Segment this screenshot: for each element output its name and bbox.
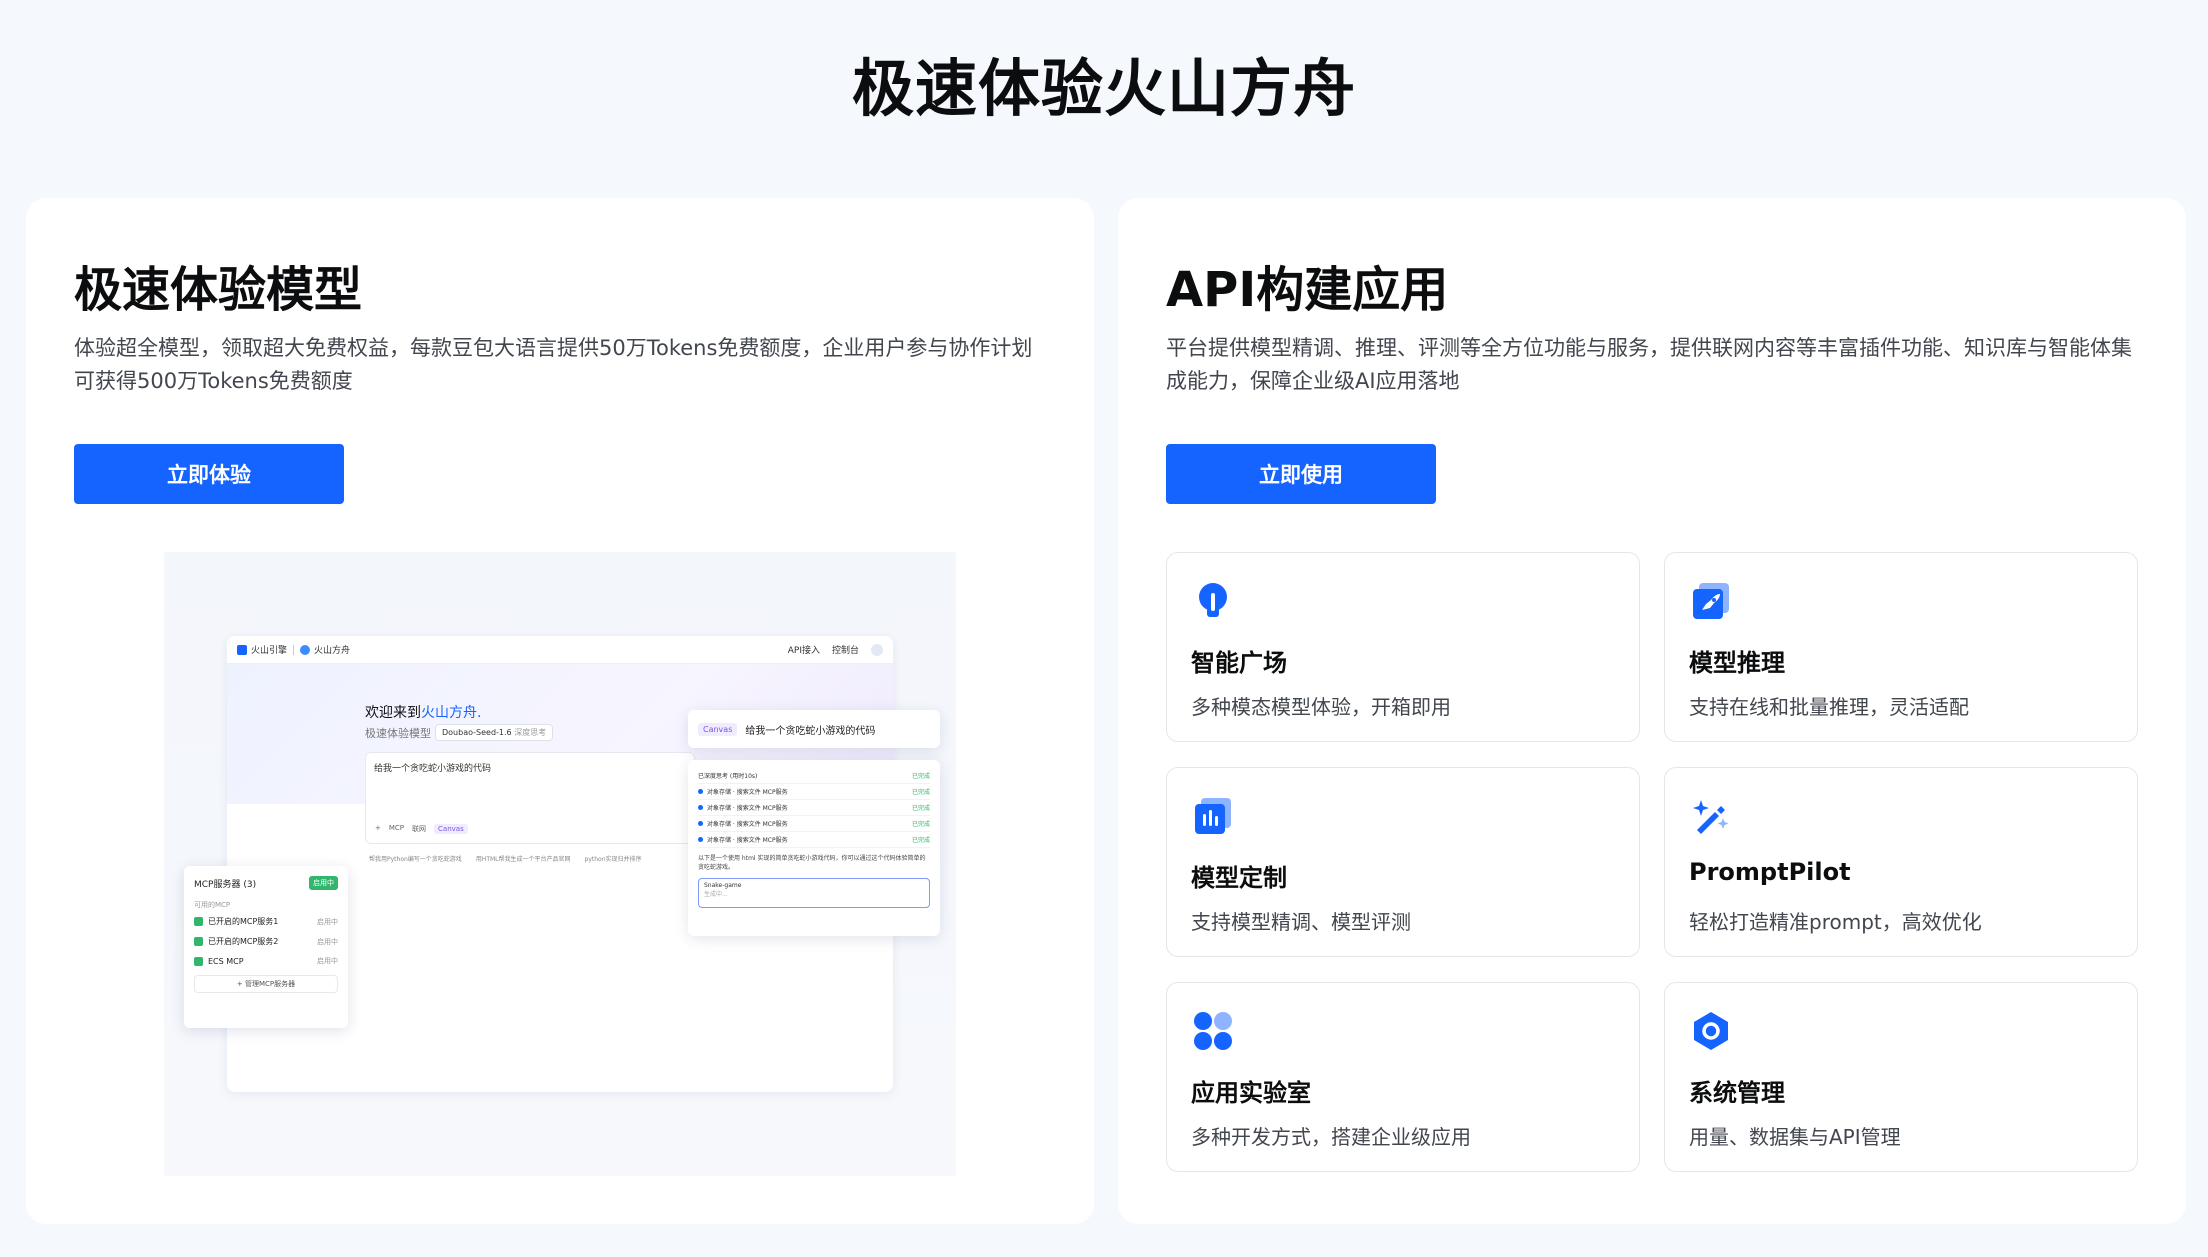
preview-suggestions: 帮我用Python编写一个贪吃蛇游戏 用HTML帮我生成一个平台产品官网 pyt… (369, 856, 642, 863)
feature-desc: 支持模型精调、模型评测 (1191, 910, 1411, 934)
preview-topbar: 火山引擎 火山方舟 API接入 控制台 (227, 636, 893, 664)
brand-ark: 火山方舟 (314, 646, 351, 656)
card-title: API构建应用 (1166, 262, 1449, 318)
feature-title: 应用实验室 (1191, 1079, 1311, 1107)
desc-line-2: 成能力，保障企业级AI应用落地 (1166, 369, 1460, 393)
card-title: 极速体验模型 (74, 262, 363, 318)
rocket-icon (1693, 583, 1729, 619)
model-pill: Doubao-Seed-1.6 深度思考 (435, 724, 554, 741)
preview-sub: 极速体验模型 Doubao-Seed-1.6 深度思考 (365, 724, 554, 741)
desc-line-1: 体验超全模型，领取超大免费权益，每款豆包大语言提供50万Tokens免费额度，企… (74, 336, 1033, 360)
avatar (871, 643, 883, 656)
api-build-card: API构建应用 平台提供模型精调、推理、评测等全方位功能与服务，提供联网内容等丰… (1118, 198, 2186, 1224)
magic-wand-icon (1693, 800, 1729, 834)
feature-card-system-management[interactable]: 系统管理 用量、数据集与API管理 (1664, 982, 2138, 1172)
feature-title: 模型定制 (1191, 864, 1287, 892)
product-preview-illustration: 火山引擎 火山方舟 API接入 控制台 欢迎来到火山方舟. 极速体验模型 Dou… (164, 552, 956, 1176)
feature-title: 智能广场 (1191, 649, 1287, 677)
preview-mcp-panel: MCP服务器 (3) 启用中 可用的MCP 已开启的MCP服务1 启用中 已开启的M… (184, 866, 348, 1028)
ark-logo-icon (300, 644, 311, 655)
feature-card-promptpilot[interactable]: PromptPilot 轻松打造精准prompt，高效优化 (1664, 767, 2138, 957)
api-access-link: API接入 (787, 646, 820, 656)
feature-desc: 轻松打造精准prompt，高效优化 (1689, 910, 1982, 934)
lightbulb-icon (1199, 583, 1227, 617)
feature-title: 模型推理 (1689, 649, 1785, 677)
desc-line-1: 平台提供模型精调、推理、评测等全方位功能与服务，提供联网内容等丰富插件功能、知识… (1166, 336, 2132, 360)
feature-card-model-square[interactable]: 智能广场 多种模态模型体验，开箱即用 (1166, 552, 1640, 742)
preview-welcome: 欢迎来到火山方舟. (365, 705, 482, 721)
volcengine-logo-icon (237, 644, 247, 655)
page-title: 极速体验火山方舟 (851, 52, 1356, 125)
card-description: 体验超全模型，领取超大免费权益，每款豆包大语言提供50万Tokens免费额度，企… (74, 332, 1064, 398)
feature-title: 系统管理 (1689, 1079, 1785, 1107)
feature-desc: 多种开发方式，搭建企业级应用 (1191, 1125, 1471, 1149)
feature-desc: 用量、数据集与API管理 (1689, 1125, 1901, 1149)
card-description: 平台提供模型精调、推理、评测等全方位功能与服务，提供联网内容等丰富插件功能、知识… (1166, 332, 2156, 398)
customize-icon (1195, 798, 1231, 834)
feature-card-model-customization[interactable]: 模型定制 支持模型精调、模型评测 (1166, 767, 1640, 957)
gear-hexagon-icon (1694, 1012, 1728, 1050)
feature-card-model-inference[interactable]: 模型推理 支持在线和批量推理，灵活适配 (1664, 552, 2138, 742)
preview-input-tools: + MCP 联网 Canvas (375, 824, 468, 834)
console-link: 控制台 (831, 646, 859, 656)
desc-line-2: 可获得500万Tokens免费额度 (74, 369, 353, 393)
feature-card-app-lab[interactable]: 应用实验室 多种开发方式，搭建企业级应用 (1166, 982, 1640, 1172)
feature-title: PromptPilot (1689, 858, 1851, 886)
experience-model-card: 极速体验模型 体验超全模型，领取超大免费权益，每款豆包大语言提供50万Token… (26, 198, 1094, 1224)
feature-desc: 多种模态模型体验，开箱即用 (1191, 695, 1451, 719)
use-now-button[interactable]: 立即使用 (1166, 444, 1436, 504)
feature-desc: 支持在线和批量推理，灵活适配 (1689, 695, 1969, 719)
try-now-button[interactable]: 立即体验 (74, 444, 344, 504)
preview-canvas-bar: Canvas 给我一个贪吃蛇小游戏的代码 (688, 710, 940, 748)
preview-result-panel: 已深度思考 (用时10s) 已完成 对象存储 · 搜索文件 MCP服务 已完成 对象… (688, 760, 940, 936)
brand-volcengine: 火山引擎 (251, 646, 288, 656)
apps-icon (1194, 1012, 1232, 1050)
